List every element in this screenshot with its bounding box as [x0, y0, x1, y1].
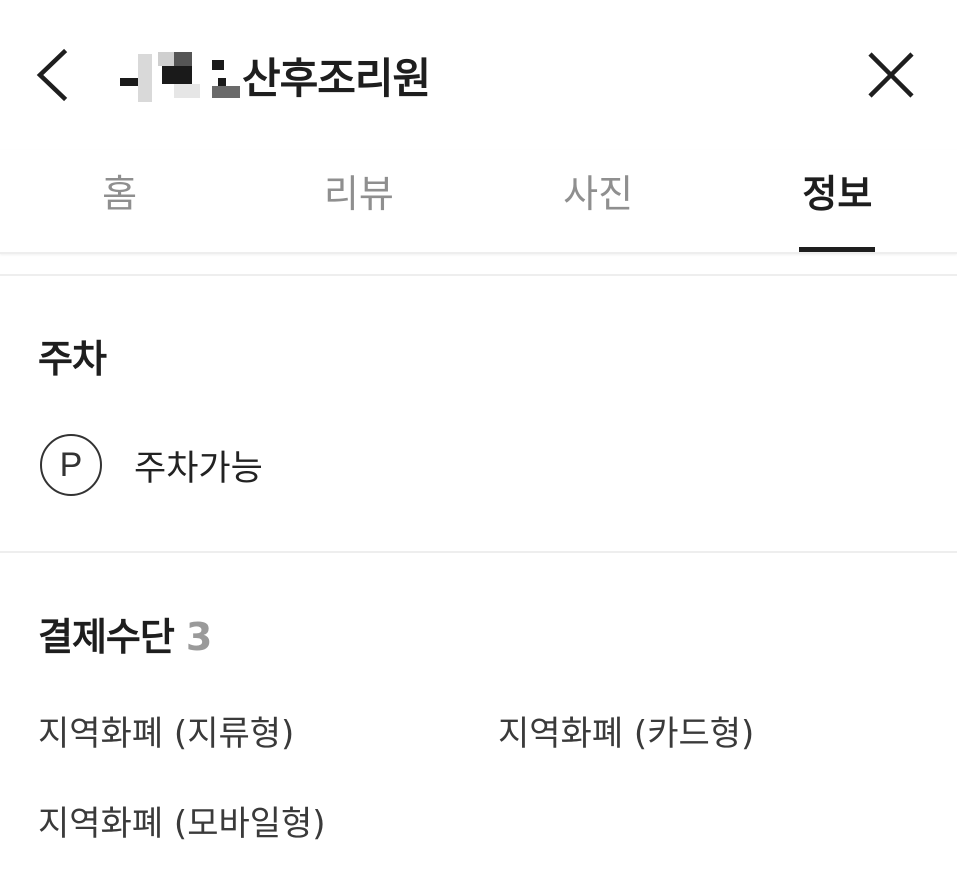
redacted-name-block [118, 50, 242, 102]
tab-home-label: 홈 [102, 172, 138, 216]
payment-method-item: 지역화폐 (카드형) [498, 714, 755, 754]
tab-photos[interactable]: 사진 [479, 150, 718, 252]
close-icon [868, 52, 914, 98]
payment-count: 3 [185, 615, 212, 659]
tab-reviews[interactable]: 리뷰 [239, 150, 478, 252]
tab-info-label: 정보 [802, 172, 873, 216]
payment-method-item: 지역화폐 (모바일형) [38, 804, 326, 844]
parking-section-title: 주차 [38, 337, 107, 381]
payment-title-text: 결제수단 [38, 615, 175, 659]
tab-home[interactable]: 홈 [0, 150, 239, 252]
divider [0, 274, 957, 276]
tab-photos-label: 사진 [563, 172, 634, 216]
back-button[interactable] [28, 42, 88, 108]
parking-icon-letter: P [59, 445, 83, 484]
parking-row: P 주차가능 [40, 432, 263, 498]
payment-method-item: 지역화폐 (지류형) [38, 714, 295, 754]
parking-status: 주차가능 [134, 448, 263, 489]
chevron-left-icon [36, 48, 68, 102]
app-header: 산후조리원 [0, 0, 957, 150]
divider [0, 551, 957, 553]
tab-info[interactable]: 정보 [718, 150, 957, 252]
active-tab-indicator [799, 247, 876, 252]
close-button[interactable] [858, 42, 924, 108]
tab-bar: 홈 리뷰 사진 정보 [0, 150, 957, 254]
payment-section-title: 결제수단 3 [38, 606, 212, 661]
tab-reviews-label: 리뷰 [323, 172, 394, 216]
page-title: 산후조리원 [242, 53, 431, 103]
parking-icon: P [40, 434, 102, 496]
title-area: 산후조리원 [118, 40, 431, 110]
